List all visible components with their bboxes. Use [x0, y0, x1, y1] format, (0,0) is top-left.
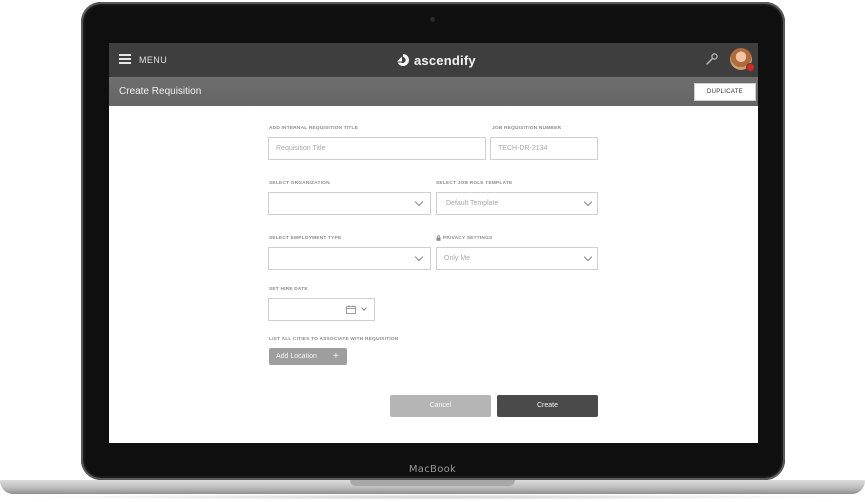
- role-template-select[interactable]: Default Template: [436, 192, 598, 215]
- add-location-label: Add Location: [276, 353, 317, 360]
- menu-label[interactable]: MENU: [139, 55, 167, 65]
- requisition-number-label: JOB REQUISITION NUMBER: [492, 126, 562, 131]
- ascendify-logo-icon: [397, 53, 410, 66]
- role-template-value: Default Template: [446, 200, 499, 207]
- app-screen: MENU ascendify Create Requisition DUPLIC…: [109, 43, 758, 443]
- requisition-number-input[interactable]: TECH-DR-2134: [490, 137, 598, 160]
- app-logo[interactable]: ascendify: [396, 51, 476, 69]
- logo-text: ascendify: [414, 52, 476, 68]
- duplicate-button[interactable]: DUPLICATE: [694, 83, 756, 101]
- chevron-down-icon: [414, 252, 424, 262]
- add-location-button[interactable]: Add Location +: [269, 348, 347, 365]
- requisition-title-label: ADD INTERNAL REQUISITION TITLE: [269, 126, 359, 131]
- locations-label: LIST ALL CITIES TO ASSOCIATE WITH REQUIS…: [269, 337, 399, 342]
- hire-date-picker[interactable]: [268, 298, 375, 321]
- privacy-settings-select[interactable]: Only Me: [436, 247, 598, 270]
- laptop-base-notch: [350, 480, 515, 486]
- organization-label: SELECT ORGANIZATION: [269, 181, 330, 186]
- hire-date-label: SET HIRE DATE: [269, 287, 308, 292]
- requisition-number-value: TECH-DR-2134: [498, 145, 548, 152]
- device-label: MacBook: [408, 464, 457, 475]
- hamburger-menu-icon[interactable]: [119, 54, 131, 64]
- requisition-title-placeholder: Requisition Title: [276, 145, 326, 152]
- chevron-down-icon[interactable]: [361, 305, 367, 311]
- requisition-title-input[interactable]: Requisition Title: [268, 137, 486, 160]
- top-navigation-bar: MENU ascendify: [109, 43, 758, 77]
- page-title: Create Requisition: [119, 86, 202, 97]
- notification-badge: [746, 63, 755, 72]
- employment-type-select[interactable]: [268, 247, 431, 270]
- camera-icon: [430, 17, 435, 22]
- lock-icon: [436, 235, 441, 241]
- role-template-label: SELECT JOB ROLE TEMPLATE: [436, 181, 513, 186]
- employment-type-label: SELECT EMPLOYMENT TYPE: [269, 236, 342, 241]
- calendar-icon[interactable]: [346, 305, 356, 314]
- organization-select[interactable]: [268, 192, 431, 215]
- laptop-shadow: [20, 494, 845, 500]
- chevron-down-icon: [414, 197, 424, 207]
- page-header: Create Requisition DUPLICATE: [109, 77, 758, 106]
- privacy-settings-value: Only Me: [444, 255, 471, 262]
- chevron-down-icon: [583, 252, 593, 262]
- wrench-icon[interactable]: [705, 52, 719, 66]
- cancel-button[interactable]: Cancel: [390, 395, 491, 417]
- create-button[interactable]: Create: [497, 395, 598, 417]
- privacy-settings-label: PRIVACY SETTINGS: [443, 236, 493, 241]
- plus-icon: +: [333, 351, 339, 362]
- chevron-down-icon: [583, 197, 593, 207]
